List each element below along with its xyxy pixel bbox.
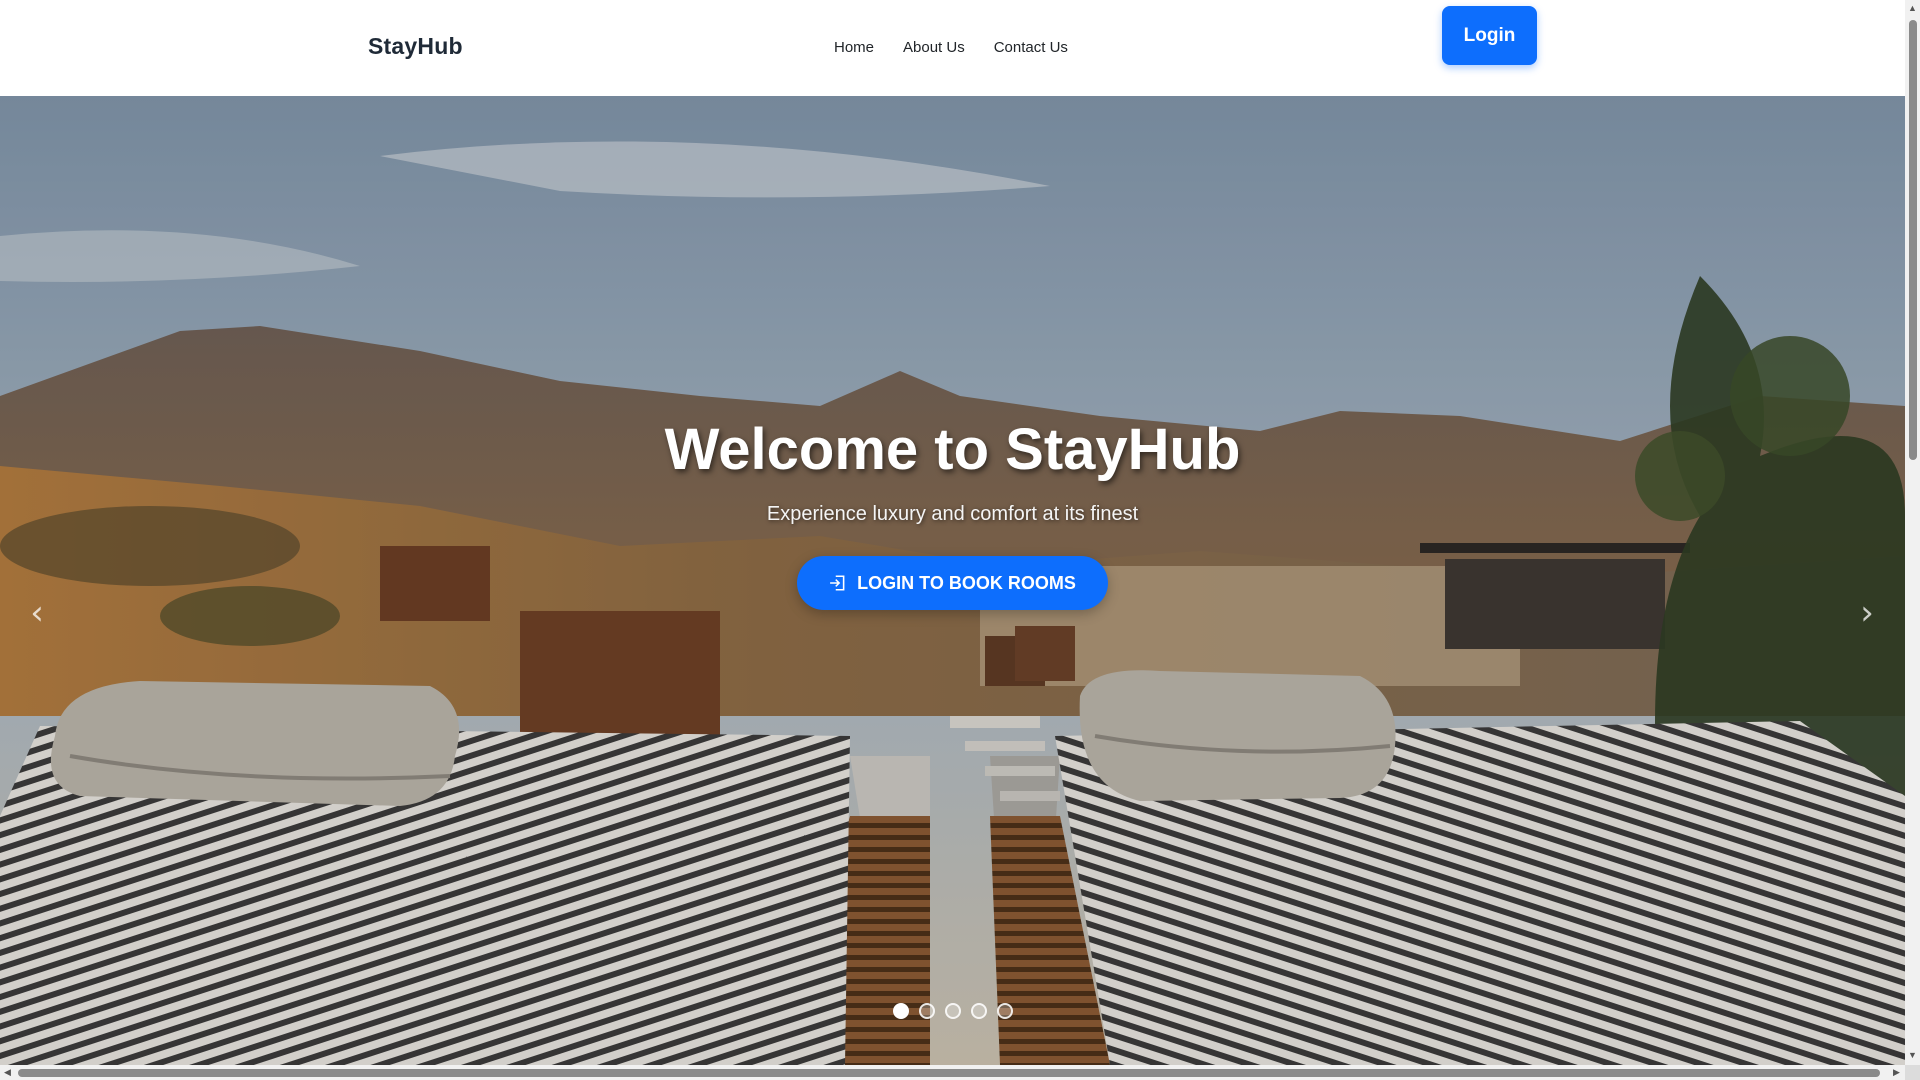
brand-logo[interactable]: StayHub <box>368 33 463 60</box>
horizontal-scrollbar[interactable]: ◀ ▶ <box>0 1065 1905 1080</box>
hero-title: Welcome to StayHub <box>664 417 1241 482</box>
navbar: StayHub Home About Us Contact Us Login <box>0 0 1905 96</box>
hero-subtitle: Experience luxury and comfort at its fin… <box>766 503 1139 525</box>
scroll-up-icon[interactable]: ▲ <box>1908 3 1917 13</box>
carousel-indicator-4[interactable] <box>970 1003 987 1019</box>
scrollbar-corner <box>1905 1065 1920 1080</box>
carousel-indicator-5[interactable] <box>996 1003 1013 1019</box>
carousel-indicators <box>0 1003 1905 1019</box>
hero-content: Welcome to StayHub Experience luxury and… <box>0 416 1905 610</box>
scroll-right-icon[interactable]: ▶ <box>1893 1067 1900 1078</box>
nav-links: Home About Us Contact Us <box>834 39 1068 56</box>
scroll-down-icon[interactable]: ▼ <box>1908 1050 1917 1060</box>
hero-carousel: ‹ › Welcome to StayHub Experience luxury… <box>0 96 1905 1065</box>
login-button[interactable]: Login <box>1442 6 1537 65</box>
nav-link-home[interactable]: Home <box>834 39 874 56</box>
scroll-left-icon[interactable]: ◀ <box>4 1067 11 1078</box>
carousel-indicator-1[interactable] <box>892 1003 909 1019</box>
login-to-book-button[interactable]: LOGIN TO BOOK ROOMS <box>797 556 1108 610</box>
nav-link-contact-us[interactable]: Contact Us <box>994 39 1068 56</box>
carousel-indicator-3[interactable] <box>944 1003 961 1019</box>
carousel-indicator-2[interactable] <box>918 1003 935 1019</box>
nav-link-about-us[interactable]: About Us <box>903 39 965 56</box>
login-icon <box>830 575 845 591</box>
vertical-scroll-thumb[interactable] <box>1909 20 1917 460</box>
page-viewport: StayHub Home About Us Contact Us Login ‹… <box>0 0 1905 1065</box>
cta-label: LOGIN TO BOOK ROOMS <box>857 572 1076 593</box>
vertical-scrollbar[interactable]: ▲ ▼ <box>1905 0 1920 1065</box>
horizontal-scroll-thumb[interactable] <box>18 1069 1880 1077</box>
